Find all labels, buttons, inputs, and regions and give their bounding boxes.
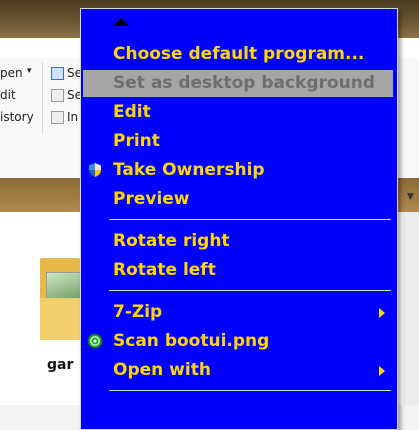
menu-item-edit[interactable]: Edit [83,99,393,126]
uac-shield-icon [88,162,102,178]
menu-item-label: Print [113,131,160,151]
antivirus-scan-icon [87,333,103,349]
menu-item-open-with[interactable]: Open with [83,357,393,384]
menu-item-set-as-desktop-background[interactable]: Set as desktop background [83,70,393,97]
menu-item-preview[interactable]: Preview [83,186,393,213]
menu-item-label: Open with [113,360,211,380]
ribbon-open-button[interactable]: pen [0,66,23,80]
menu-item-print[interactable]: Print [83,128,393,155]
menu-separator [109,290,391,291]
menu-item-label: Edit [113,102,151,122]
menu-item-rotate-right[interactable]: Rotate right [83,228,393,255]
ribbon-history-button[interactable]: istory [0,110,34,124]
file-list-scrollbar[interactable] [403,212,419,405]
ribbon-divider [42,62,43,134]
menu-item-label: 7-Zip [113,302,163,322]
ribbon-edit-button[interactable]: dit [0,88,16,102]
menu-item-scan[interactable]: Scan bootui.png [83,328,393,355]
dropdown-arrow-icon[interactable]: ▼ [407,192,414,202]
context-menu: Choose default program... Set as desktop… [80,8,398,430]
chevron-down-icon[interactable]: ▾ [27,66,32,76]
submenu-arrow-icon [379,366,385,376]
menu-separator [109,219,391,220]
folder-name-label[interactable]: gar [47,357,73,373]
menu-item-label: Set as desktop background [113,73,375,93]
ribbon-invert-selection-button[interactable]: In [67,110,78,124]
menu-item-rotate-left[interactable]: Rotate left [83,257,393,284]
menu-item-label: Rotate right [113,231,230,251]
menu-item-choose-default-program[interactable]: Choose default program... [83,41,393,68]
menu-item-take-ownership[interactable]: Take Ownership [83,157,393,184]
menu-item-label: Rotate left [113,260,216,280]
invert-selection-icon [51,111,64,124]
select-all-icon [51,67,64,80]
menu-item-label: Scan bootui.png [113,331,270,351]
select-none-icon [51,89,64,102]
menu-separator [109,390,391,391]
submenu-arrow-icon [379,308,385,318]
menu-item-label: Preview [113,189,190,209]
menu-item-7-zip[interactable]: 7-Zip [83,299,393,326]
scroll-up-arrow-icon[interactable] [113,18,129,26]
menu-item-label: Choose default program... [113,44,365,64]
menu-item-label: Take Ownership [113,160,265,180]
